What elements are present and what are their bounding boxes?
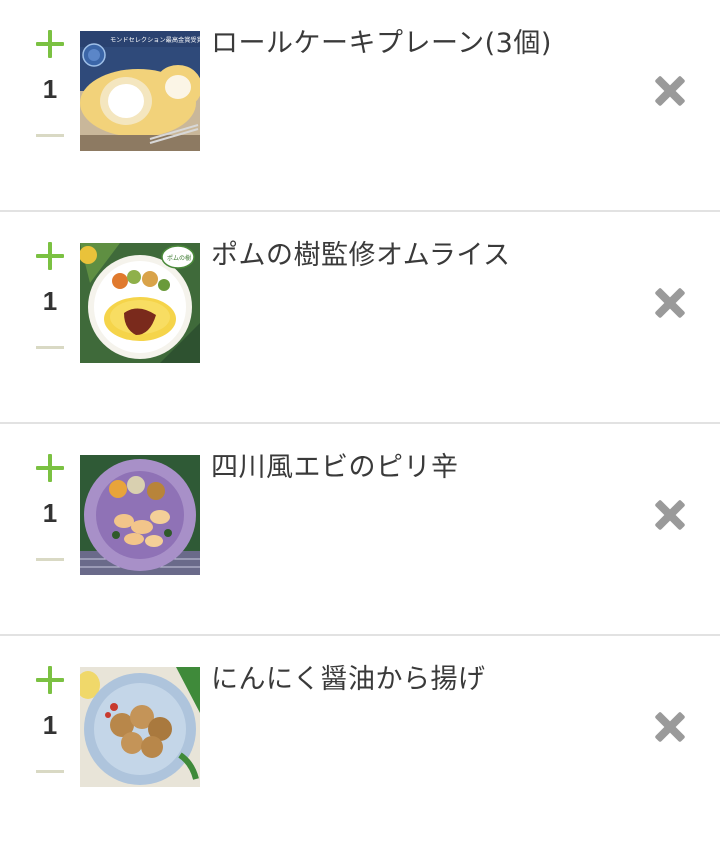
minus-icon[interactable] — [34, 126, 66, 146]
product-image[interactable] — [80, 667, 200, 787]
plus-icon[interactable] — [34, 664, 66, 696]
item-name[interactable]: にんにく醤油から揚げ — [211, 662, 611, 698]
quantity-stepper: 1 — [34, 240, 66, 364]
close-icon[interactable] — [650, 707, 690, 747]
cart-item: 1 モンドセレクション最高金賞受賞 ロールケーキプレーン(3個) — [0, 0, 720, 212]
close-icon[interactable] — [650, 71, 690, 111]
cart-item: 1 ポムの樹 ポムの樹監修オムライス — [0, 212, 720, 424]
quantity-stepper: 1 — [34, 664, 66, 788]
quantity-value: 1 — [42, 498, 58, 528]
image-badge-text: モンドセレクション最高金賞受賞 — [110, 36, 200, 44]
close-icon[interactable] — [650, 283, 690, 323]
quantity-value: 1 — [42, 710, 58, 740]
item-name[interactable]: 四川風エビのピリ辛 — [211, 450, 611, 486]
plus-icon[interactable] — [34, 452, 66, 484]
close-icon[interactable] — [650, 495, 690, 535]
quantity-stepper: 1 — [34, 28, 66, 152]
item-name[interactable]: ロールケーキプレーン(3個) — [211, 26, 611, 62]
minus-icon[interactable] — [34, 338, 66, 358]
image-badge-text: ポムの樹 — [167, 254, 191, 262]
product-image[interactable] — [80, 455, 200, 575]
item-name[interactable]: ポムの樹監修オムライス — [211, 238, 611, 274]
minus-icon[interactable] — [34, 762, 66, 782]
plus-icon[interactable] — [34, 28, 66, 60]
product-image[interactable]: ポムの樹 — [80, 243, 200, 363]
cart-item: 1 四川風エビのピリ辛 — [0, 424, 720, 636]
quantity-value: 1 — [42, 74, 58, 104]
product-image[interactable]: モンドセレクション最高金賞受賞 — [80, 31, 200, 151]
quantity-stepper: 1 — [34, 452, 66, 576]
cart-item: 1 にんにく醤油から揚げ — [0, 636, 720, 848]
quantity-value: 1 — [42, 286, 58, 316]
minus-icon[interactable] — [34, 550, 66, 570]
cart-list: 1 モンドセレクション最高金賞受賞 ロールケーキプレーン(3個) 1 ポムの樹 … — [0, 0, 720, 848]
plus-icon[interactable] — [34, 240, 66, 272]
